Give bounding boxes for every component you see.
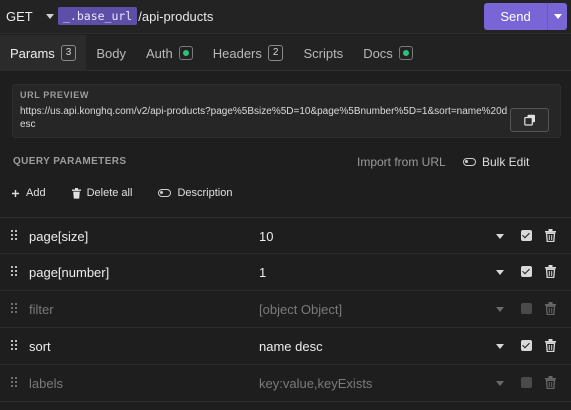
param-actions: Add Delete all Description [11,187,258,199]
url-input[interactable]: _.base_url /api-products [58,7,213,25]
url-preview-title: URL PREVIEW [20,90,89,100]
status-dot-icon [178,46,193,60]
description-toggle[interactable]: Description [158,187,232,199]
param-row: labels key:value,keyExists [0,365,571,402]
enable-checkbox[interactable] [521,266,532,277]
send-button[interactable]: Send [484,3,567,30]
tab-scripts[interactable]: Scripts [293,35,353,71]
param-row: page[size] 10 [0,217,571,254]
copy-url-button[interactable] [510,108,549,132]
chevron-down-icon [45,14,54,19]
param-name-input[interactable]: page[size] [29,229,88,244]
import-from-url-button[interactable]: Import from URL [357,155,446,169]
delete-all-button[interactable]: Delete all [71,187,133,199]
toggle-icon [463,158,476,166]
bulk-edit-label: Bulk Edit [482,155,530,169]
param-name-input[interactable]: labels [29,376,63,391]
chevron-down-icon[interactable] [496,307,504,312]
url-variable-chip[interactable]: _.base_url [58,7,138,25]
param-value-input[interactable]: 10 [259,229,273,244]
copy-icon [523,114,535,126]
plus-icon [12,189,19,197]
enable-checkbox[interactable] [521,377,532,388]
chevron-down-icon[interactable] [496,234,504,239]
chevron-down-icon[interactable] [496,270,504,275]
enable-checkbox[interactable] [521,303,532,314]
tab-label: Scripts [303,45,344,61]
tab-auth[interactable]: Auth [136,35,203,71]
tab-body[interactable]: Body [86,35,136,71]
param-value-input[interactable]: key:value,keyExists [259,376,372,391]
tab-docs[interactable]: Docs [353,35,423,71]
tab-label: Headers [212,45,262,61]
send-options-button[interactable] [548,14,567,19]
request-url-bar: GET _.base_url /api-products Send [0,0,571,34]
param-value-input[interactable]: name desc [259,339,323,354]
drag-handle-icon[interactable] [11,266,18,277]
param-value-input[interactable]: 1 [259,265,266,280]
param-row: sort name desc [0,328,571,365]
request-tabs: Params 3 Body Auth Headers 2 Scripts Doc… [0,35,571,71]
url-path: /api-products [138,8,214,24]
drag-handle-icon[interactable] [11,303,18,314]
tab-label: Docs [363,45,393,61]
trash-icon[interactable] [545,229,556,242]
param-name-input[interactable]: page[number] [29,265,109,280]
param-name-input[interactable]: filter [29,302,54,317]
chevron-down-icon[interactable] [496,344,504,349]
param-row: filter [object Object] [0,291,571,328]
delete-all-label: Delete all [86,187,133,199]
add-label: Add [26,187,46,199]
method-selector[interactable]: GET [6,9,54,24]
headers-count-badge: 2 [267,45,284,61]
enable-checkbox[interactable] [521,230,532,241]
bulk-edit-button[interactable]: Bulk Edit [463,155,529,169]
status-dot-icon [398,46,413,60]
method-label: GET [6,9,33,24]
url-preview: URL PREVIEW https://us.api.konghq.com/v2… [12,84,561,138]
tab-label: Auth [146,45,173,61]
params-list: page[size] 10 page[number] 1 filter [obj… [0,217,571,402]
tab-label: Params [10,45,55,61]
drag-handle-icon[interactable] [11,230,18,241]
tab-params[interactable]: Params 3 [0,35,87,71]
chevron-down-icon[interactable] [496,381,504,386]
url-preview-text: https://us.api.konghq.com/v2/api-product… [20,106,508,130]
tab-label: Body [96,45,126,61]
query-parameters-title: QUERY PARAMETERS [13,156,127,167]
toggle-icon [158,189,172,197]
send-label: Send [500,9,531,24]
chevron-down-icon [553,14,562,19]
drag-handle-icon[interactable] [11,377,18,388]
description-label: Description [177,187,233,199]
add-param-button[interactable]: Add [11,187,46,199]
params-count-badge: 3 [60,45,77,61]
trash-icon[interactable] [545,339,556,352]
trash-icon[interactable] [545,265,556,278]
drag-handle-icon[interactable] [11,340,18,351]
tab-headers[interactable]: Headers 2 [203,35,294,71]
param-name-input[interactable]: sort [29,339,51,354]
enable-checkbox[interactable] [521,340,532,351]
param-value-input[interactable]: [object Object] [259,302,342,317]
trash-icon[interactable] [545,302,556,315]
trash-icon [71,187,81,199]
trash-icon[interactable] [545,376,556,389]
param-row: page[number] 1 [0,254,571,291]
